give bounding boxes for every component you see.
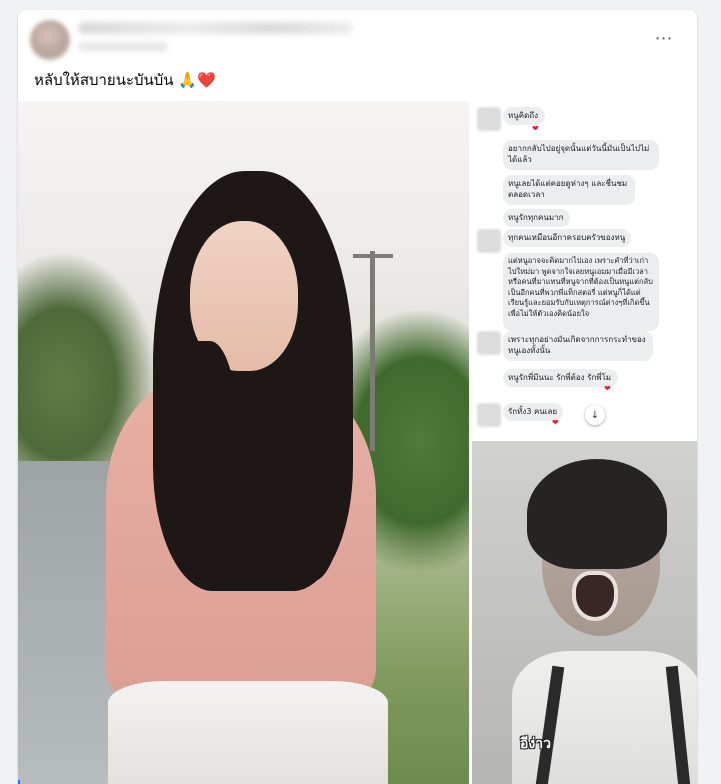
utility-pole [370, 251, 375, 451]
heart-reaction-icon: ❤ [604, 384, 611, 393]
chat-message: ทุกคนเหมือนอีกาครอบครัวของหนู [503, 229, 631, 247]
chat-avatar [477, 403, 501, 427]
chat-message: หนูรักทุกคนมาก [503, 209, 570, 227]
chat-avatar [477, 107, 501, 131]
focus-indicator [18, 780, 20, 784]
blurred-post-meta [78, 42, 168, 51]
meme-subtitle: อีง่าว [520, 736, 551, 752]
chat-message: หนูรักพี่มีนนะ รักพี่ต้อง รักพี่โม [503, 369, 618, 387]
white-shorts [108, 681, 388, 784]
chat-message: แต่หนูอาจจะคิดมากไปเอง เพราะคำที่ว่าเก่า… [503, 253, 659, 331]
chat-message: หนูเลยได้แต่คอยดูห่างๆ และชื่นชมตลอดเวลา [503, 175, 635, 205]
chat-message: อยากกลับไปอยู่จุดนั้นแต่วันนี้มันเป็นไปไ… [503, 140, 659, 170]
chat-message: เพราะทุกอย่างมันเกิดจากการกระทำของหนูเอง… [503, 331, 653, 361]
heart-reaction-icon: ❤ [532, 124, 539, 133]
hair-right-front [278, 331, 348, 581]
blurred-author-name[interactable] [78, 22, 353, 34]
post-caption: หลับให้สบายนะบันบัน 🙏❤️ [34, 68, 216, 92]
caption-text: หลับให้สบายนะบันบัน [34, 71, 174, 89]
post-header: ⋯ [18, 10, 697, 66]
scroll-down-icon[interactable]: ↓ [585, 405, 605, 425]
meme-hair [527, 459, 667, 569]
chat-message: หนูคิดถึง [503, 107, 545, 125]
post-card: ⋯ หลับให้สบายนะบันบัน 🙏❤️ หนูคิดถึง ❤ อย… [18, 10, 697, 784]
heart-emoji-icon: ❤️ [197, 71, 216, 89]
main-photo[interactable] [18, 101, 469, 784]
utility-pole-bar [353, 254, 393, 258]
more-options-icon[interactable]: ⋯ [646, 26, 682, 50]
chat-avatar [477, 229, 501, 253]
meme-screaming-mouth [572, 571, 618, 621]
hair-left-front [168, 341, 238, 571]
heart-reaction-icon: ❤ [552, 418, 559, 427]
chat-screenshot-photo[interactable]: หนูคิดถึง ❤ อยากกลับไปอยู่จุดนั้นแต่วันน… [472, 101, 697, 443]
chat-avatar [477, 331, 501, 355]
pray-emoji-icon: 🙏 [178, 71, 198, 89]
meme-photo[interactable]: อีง่าว [472, 441, 697, 784]
avatar[interactable] [30, 20, 70, 60]
